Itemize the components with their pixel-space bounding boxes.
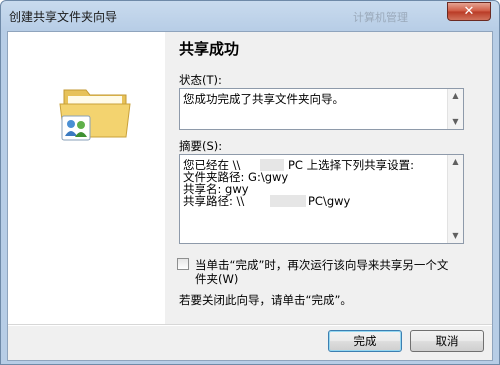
page-title: 共享成功 xyxy=(179,40,240,58)
button-divider xyxy=(8,324,492,326)
summary-textbox[interactable]: 您已经在 \\ PC 上选择下列共享设置: 文件夹路径: G:\gwy 共享名:… xyxy=(179,154,464,244)
summary-line: PC\gwy xyxy=(308,194,351,208)
scroll-down-icon[interactable]: ▼ xyxy=(448,229,463,243)
close-hint-text: 若要关闭此向导，请单击“完成”。 xyxy=(179,293,352,307)
status-label: 状态(T): xyxy=(179,73,222,87)
summary-line: 共享路径: \\ xyxy=(183,194,245,208)
scroll-up-icon[interactable]: ▲ xyxy=(448,89,463,103)
title-bar[interactable]: 创建共享文件夹向导 计算机管理 ✕ xyxy=(1,1,499,31)
redacted-computer-name xyxy=(270,195,306,207)
background-window-title: 计算机管理 xyxy=(353,11,408,24)
scroll-up-icon[interactable]: ▲ xyxy=(448,155,463,169)
finish-button[interactable]: 完成 xyxy=(328,330,402,352)
status-scrollbar[interactable]: ▲ ▼ xyxy=(447,89,463,129)
scroll-down-icon[interactable]: ▼ xyxy=(448,115,463,129)
summary-label: 摘要(S): xyxy=(179,139,223,153)
close-icon: ✕ xyxy=(463,4,475,19)
wizard-window: 创建共享文件夹向导 计算机管理 ✕ 共享成功 状态(T): 您成功完成了共享文件… xyxy=(0,0,500,365)
wizard-client-area: 共享成功 状态(T): 您成功完成了共享文件夹向导。 ▲ ▼ 摘要(S): 您已… xyxy=(7,31,493,361)
cancel-button[interactable]: 取消 xyxy=(410,330,484,352)
status-text: 您成功完成了共享文件夹向导。 xyxy=(183,92,344,106)
rerun-checkbox-label-line2[interactable]: 件夹(W) xyxy=(195,271,238,287)
wizard-side-panel xyxy=(8,32,165,324)
summary-scrollbar[interactable]: ▲ ▼ xyxy=(447,155,463,243)
summary-line: PC 上选择下列共享设置: xyxy=(288,158,414,172)
status-textbox[interactable]: 您成功完成了共享文件夹向导。 ▲ ▼ xyxy=(179,88,464,130)
shared-folder-users-icon xyxy=(56,82,134,142)
rerun-wizard-checkbox[interactable] xyxy=(177,258,189,270)
wizard-content: 共享成功 状态(T): 您成功完成了共享文件夹向导。 ▲ ▼ 摘要(S): 您已… xyxy=(165,32,492,324)
close-button[interactable]: ✕ xyxy=(447,2,491,21)
window-title: 创建共享文件夹向导 xyxy=(9,10,118,24)
